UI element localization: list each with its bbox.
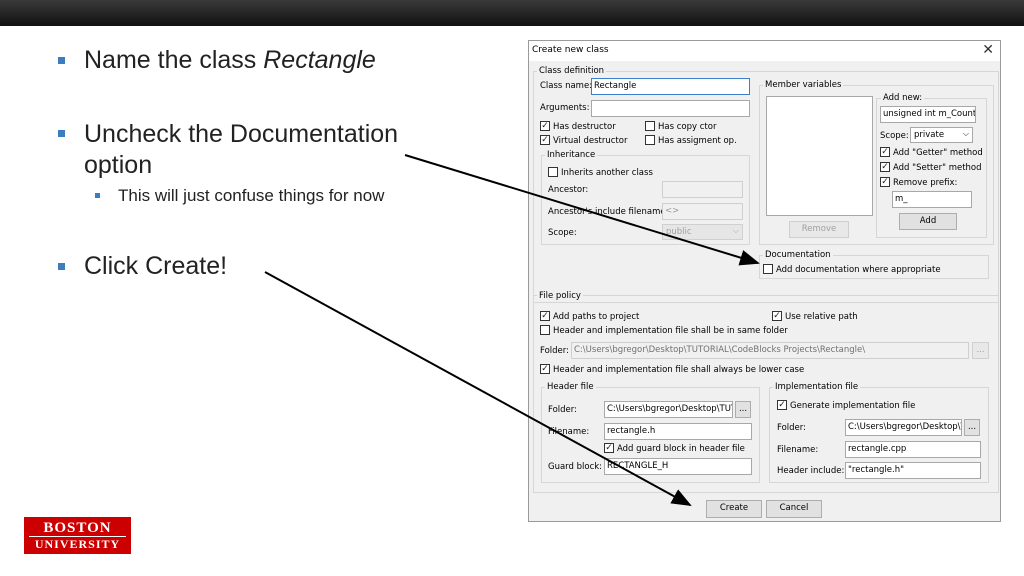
arguments-label: Arguments: bbox=[540, 103, 590, 113]
ancestor-label: Ancestor: bbox=[548, 185, 589, 195]
inherits-another-checkbox[interactable] bbox=[548, 167, 558, 177]
header-filename-label: Filename: bbox=[548, 427, 590, 437]
member-scope-select[interactable]: private ⌵ bbox=[910, 127, 973, 143]
add-documentation-checkbox[interactable] bbox=[763, 264, 773, 274]
documentation-label: Documentation bbox=[763, 250, 833, 260]
guard-block-checkbox[interactable]: ✓ bbox=[604, 443, 614, 453]
ancestor-include-input[interactable]: <> bbox=[662, 203, 743, 220]
header-folder-input[interactable]: C:\Users\bgregor\Desktop\TUTC bbox=[604, 401, 733, 418]
inheritance-scope-value: public bbox=[666, 227, 692, 237]
chevron-down-icon: ⌵ bbox=[962, 129, 969, 138]
bullet-name-class: Name the class Rectangle bbox=[84, 46, 376, 75]
guard-block-label: Add guard block in header file bbox=[617, 444, 745, 454]
chevron-down-icon: ⌵ bbox=[732, 226, 739, 235]
ancestor-include-label: Ancestor's include filename: bbox=[548, 207, 669, 217]
add-member-button[interactable]: Add bbox=[899, 213, 957, 230]
has-destructor-label: Has destructor bbox=[553, 122, 616, 132]
header-folder-label: Folder: bbox=[548, 405, 577, 415]
member-variables-label: Member variables bbox=[763, 80, 844, 90]
bullet-text-line1: Uncheck the Documentation bbox=[84, 120, 399, 148]
has-copy-ctor-checkbox[interactable] bbox=[645, 121, 655, 131]
impl-filename-input[interactable]: rectangle.cpp bbox=[845, 441, 981, 458]
bullet-text: Name the class bbox=[84, 46, 264, 74]
impl-folder-input[interactable]: C:\Users\bgregor\Desktop\T bbox=[845, 419, 962, 436]
header-browse-button[interactable]: ... bbox=[735, 401, 751, 418]
remove-prefix-label: Remove prefix: bbox=[893, 178, 958, 188]
has-assign-op-checkbox[interactable] bbox=[645, 135, 655, 145]
lower-case-checkbox[interactable]: ✓ bbox=[540, 364, 550, 374]
add-getter-label: Add "Getter" method bbox=[893, 148, 983, 158]
class-definition-label: Class definition bbox=[537, 66, 607, 76]
bullet-emphasis: Rectangle bbox=[263, 46, 376, 74]
policy-folder-label: Folder: bbox=[540, 346, 569, 356]
dialog-title: Create new class bbox=[532, 45, 609, 55]
remove-member-button[interactable]: Remove bbox=[789, 221, 849, 238]
use-relative-path-label: Use relative path bbox=[785, 312, 858, 322]
bullet-click-create: Click Create! bbox=[84, 252, 228, 280]
member-scope-label: Scope: bbox=[880, 131, 909, 141]
boston-university-logo: BOSTON UNIVERSITY bbox=[24, 517, 131, 554]
add-setter-label: Add "Setter" method bbox=[893, 163, 982, 173]
has-destructor-checkbox[interactable]: ✓ bbox=[540, 121, 550, 131]
file-policy-label: File policy bbox=[537, 291, 583, 301]
implementation-file-label: Implementation file bbox=[773, 382, 861, 392]
inheritance-label: Inheritance bbox=[545, 150, 598, 160]
add-paths-checkbox[interactable]: ✓ bbox=[540, 311, 550, 321]
bullet-uncheck-doc: Uncheck the Documentation option bbox=[84, 119, 398, 181]
policy-browse-button[interactable]: ... bbox=[972, 342, 989, 359]
generate-implementation-checkbox[interactable]: ✓ bbox=[777, 400, 787, 410]
has-copy-ctor-label: Has copy ctor bbox=[658, 122, 717, 132]
bullet-square-icon bbox=[58, 263, 65, 270]
inheritance-scope-label: Scope: bbox=[548, 228, 577, 238]
sub-bullet-text: This will just confuse things for now bbox=[118, 186, 385, 205]
inheritance-scope-select[interactable]: public ⌵ bbox=[662, 224, 743, 240]
logo-line1: BOSTON bbox=[29, 520, 126, 537]
create-class-dialog: Create new class ✕ Class definition Clas… bbox=[528, 40, 1001, 522]
impl-browse-button[interactable]: ... bbox=[964, 419, 980, 436]
class-name-input[interactable]: Rectangle bbox=[591, 78, 750, 95]
create-button[interactable]: Create bbox=[706, 500, 762, 518]
sub-bullet-square-icon bbox=[95, 193, 100, 198]
add-getter-checkbox[interactable]: ✓ bbox=[880, 147, 890, 157]
inherits-another-label: Inherits another class bbox=[561, 168, 653, 178]
header-filename-input[interactable]: rectangle.h bbox=[604, 423, 752, 440]
use-relative-path-checkbox[interactable]: ✓ bbox=[772, 311, 782, 321]
member-scope-value: private bbox=[914, 130, 945, 140]
header-include-label: Header include: bbox=[777, 466, 845, 476]
add-documentation-label: Add documentation where appropriate bbox=[776, 265, 941, 275]
header-include-input[interactable]: "rectangle.h" bbox=[845, 462, 981, 479]
ancestor-input[interactable] bbox=[662, 181, 743, 198]
cancel-button[interactable]: Cancel bbox=[766, 500, 822, 518]
guard-input[interactable]: RECTANGLE_H bbox=[604, 458, 752, 475]
add-new-input[interactable]: unsigned int m_Counter bbox=[880, 106, 976, 123]
logo-line2: UNIVERSITY bbox=[34, 537, 121, 551]
member-variables-list[interactable] bbox=[766, 96, 873, 216]
guard-label: Guard block: bbox=[548, 462, 603, 472]
close-icon[interactable]: ✕ bbox=[982, 42, 994, 58]
virtual-destructor-checkbox[interactable]: ✓ bbox=[540, 135, 550, 145]
bullet-square-icon bbox=[58, 57, 65, 64]
remove-prefix-checkbox[interactable]: ✓ bbox=[880, 177, 890, 187]
same-folder-checkbox[interactable] bbox=[540, 325, 550, 335]
add-new-label: Add new: bbox=[881, 93, 925, 103]
arguments-input[interactable] bbox=[591, 100, 750, 117]
class-name-label: Class name: bbox=[540, 81, 593, 91]
has-assign-op-label: Has assigment op. bbox=[658, 136, 737, 146]
generate-implementation-label: Generate implementation file bbox=[790, 401, 916, 411]
policy-folder-input[interactable]: C:\Users\bgregor\Desktop\TUTORIAL\CodeBl… bbox=[571, 342, 969, 359]
bullet-text-line2: option bbox=[84, 151, 153, 179]
dialog-titlebar: Create new class ✕ bbox=[529, 41, 1000, 61]
virtual-destructor-label: Virtual destructor bbox=[553, 136, 628, 146]
top-bar bbox=[0, 0, 1024, 26]
impl-filename-label: Filename: bbox=[777, 445, 819, 455]
add-paths-label: Add paths to project bbox=[553, 312, 640, 322]
impl-folder-label: Folder: bbox=[777, 423, 806, 433]
lower-case-label: Header and implementation file shall alw… bbox=[553, 365, 805, 375]
header-file-label: Header file bbox=[545, 382, 596, 392]
prefix-input[interactable]: m_ bbox=[892, 191, 972, 208]
bullet-square-icon bbox=[58, 130, 65, 137]
same-folder-label: Header and implementation file shall be … bbox=[553, 326, 788, 336]
add-setter-checkbox[interactable]: ✓ bbox=[880, 162, 890, 172]
